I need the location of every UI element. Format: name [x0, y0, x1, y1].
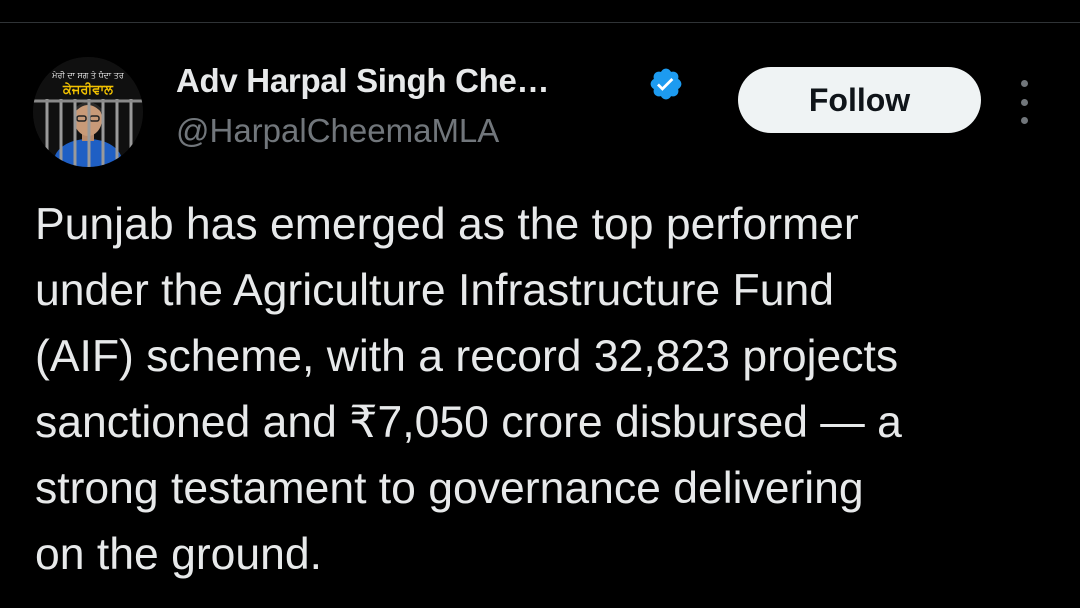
verified-badge-icon: [650, 68, 682, 100]
tweet-text: Punjab has emerged as the top performer …: [35, 200, 902, 579]
author-display-name[interactable]: Adv Harpal Singh Che…: [176, 62, 550, 100]
follow-button[interactable]: Follow: [738, 67, 981, 133]
tweet-view: ਮੇਰੀ ਦਾ ਸਗ ਤੇ ਧੰਦਾ ਤਰ ਕੇਜਰੀਵਾਲ Adv Harpa…: [0, 0, 1080, 608]
top-divider: [0, 22, 1080, 23]
more-dot: [1020, 80, 1028, 87]
avatar[interactable]: ਮੇਰੀ ਦਾ ਸਗ ਤੇ ਧੰਦਾ ਤਰ ਕੇਜਰੀਵਾਲ: [33, 57, 143, 167]
avatar-title: ਕੇਜਰੀਵਾਲ: [63, 83, 113, 98]
more-dot: [1020, 117, 1028, 124]
more-vertical-icon[interactable]: [1010, 80, 1038, 124]
avatar-caption: ਮੇਰੀ ਦਾ ਸਗ ਤੇ ਧੰਦਾ ਤਰ: [52, 71, 124, 80]
author-handle[interactable]: @HarpalCheemaMLA: [176, 112, 499, 150]
more-dot: [1020, 98, 1028, 106]
